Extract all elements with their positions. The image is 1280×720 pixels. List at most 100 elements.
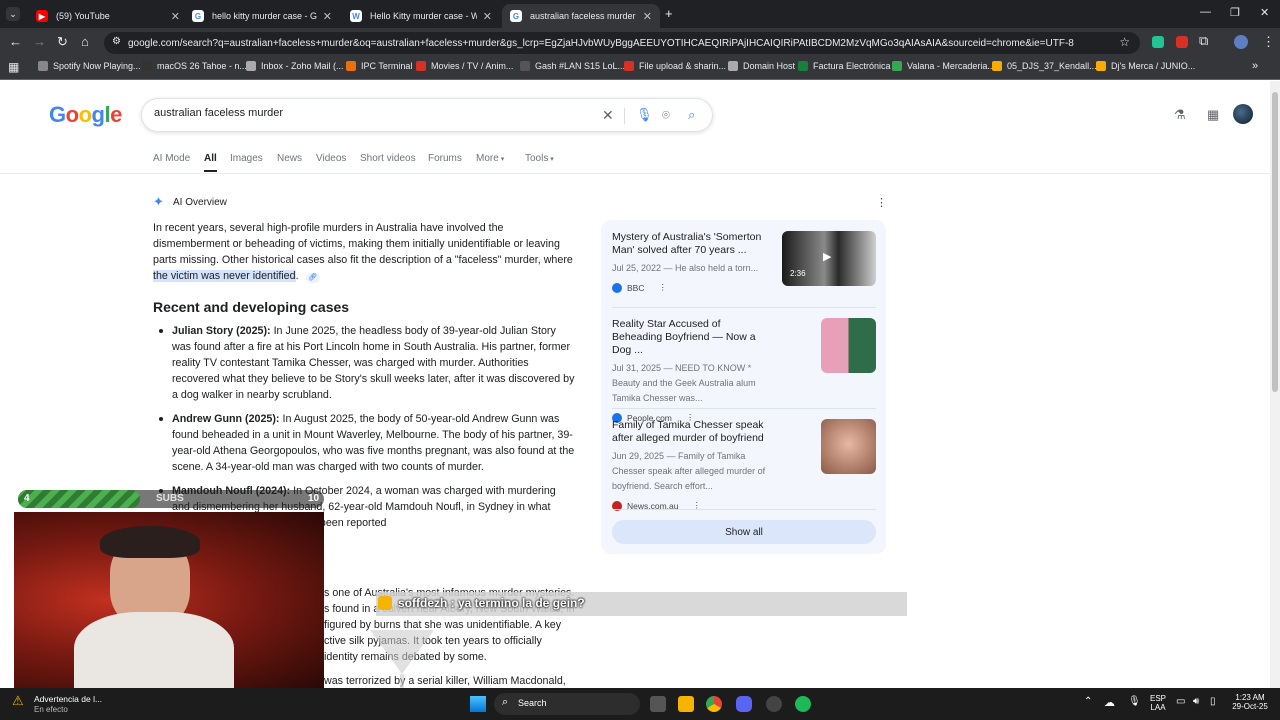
video-duration: 2:36 bbox=[790, 269, 806, 278]
bookmark-item[interactable]: File upload & sharin... bbox=[624, 61, 726, 71]
minimize-window-button[interactable]: — bbox=[1200, 6, 1211, 18]
bookmark-label: Movies / TV / Anim... bbox=[431, 61, 514, 71]
show-all-button[interactable]: Show all bbox=[612, 520, 876, 544]
extension-icon-2[interactable] bbox=[1176, 36, 1188, 48]
article-thumbnail[interactable] bbox=[821, 318, 876, 373]
notification-title[interactable]: Advertencia de l... bbox=[34, 694, 102, 704]
search-input[interactable] bbox=[154, 107, 594, 119]
google-logo[interactable]: Google bbox=[49, 102, 122, 128]
source-title[interactable]: Reality Star Accused of Beheading Boyfri… bbox=[612, 318, 772, 357]
bookmark-label: Spotify Now Playing... bbox=[53, 61, 141, 71]
tray-chevron-icon[interactable]: ⌃ bbox=[1084, 696, 1092, 707]
browser-tab-strip: ⌄ ▶ (59) YouTube ✕ Ghello kitty murder case… bbox=[0, 0, 1280, 28]
close-window-button[interactable]: ✕ bbox=[1260, 6, 1269, 19]
nav-tab-all[interactable]: All bbox=[204, 153, 217, 172]
volume-icon[interactable]: 🔊︎ bbox=[1193, 696, 1199, 707]
language-indicator[interactable]: ESP LAA bbox=[1146, 694, 1170, 712]
windows-start-icon[interactable] bbox=[470, 696, 486, 712]
tab-2[interactable]: Ghello kitty murder case - Googl ✕ bbox=[184, 4, 340, 28]
bookmark-item[interactable]: Spotify Now Playing... bbox=[38, 61, 141, 71]
discord-icon[interactable] bbox=[736, 696, 752, 712]
new-tab-button[interactable]: + bbox=[665, 6, 673, 21]
bookmark-label: 05_DJS_37_Kendall... bbox=[1007, 61, 1097, 71]
spotify-icon[interactable] bbox=[795, 696, 811, 712]
bookmark-item[interactable]: Domain Host bbox=[728, 61, 795, 71]
task-view-icon[interactable] bbox=[650, 696, 666, 712]
close-tab-icon[interactable]: ✕ bbox=[171, 10, 180, 23]
bookmark-item[interactable]: Inbox - Zoho Mail (... bbox=[246, 61, 344, 71]
source-title[interactable]: Family of Tamika Chesser speak after all… bbox=[612, 419, 772, 445]
account-avatar[interactable] bbox=[1233, 104, 1253, 124]
chrome-icon[interactable] bbox=[706, 696, 722, 712]
profile-avatar-icon[interactable] bbox=[1234, 35, 1248, 49]
taskbar-search-box[interactable]: ⌕ Search bbox=[494, 693, 640, 715]
nav-tab-ai-mode[interactable]: AI Mode bbox=[153, 153, 190, 164]
clear-icon[interactable]: ✕ bbox=[602, 107, 614, 124]
home-icon[interactable]: ⌂ bbox=[81, 34, 89, 49]
more-bookmarks-icon[interactable]: » bbox=[1252, 60, 1258, 72]
lens-camera-icon[interactable]: ⌾ bbox=[662, 107, 670, 123]
bookmark-star-icon[interactable]: ☆ bbox=[1119, 35, 1130, 49]
source-card[interactable]: Family of Tamika Chesser speak after all… bbox=[612, 419, 772, 511]
microphone-icon[interactable]: 🎙︎ bbox=[636, 107, 653, 123]
tab-search-button[interactable]: ⌄ bbox=[6, 7, 20, 21]
source-menu-icon[interactable]: ⋮ bbox=[658, 282, 667, 293]
bookmark-item[interactable]: 05_DJS_37_Kendall... bbox=[992, 61, 1097, 71]
source-title[interactable]: Mystery of Australia's 'Somerton Man' so… bbox=[612, 231, 772, 257]
apps-grid-icon[interactable]: ▦ bbox=[8, 60, 19, 74]
google-apps-icon[interactable]: ▦ bbox=[1207, 107, 1219, 123]
video-thumbnail[interactable]: ▶ 2:36 bbox=[782, 231, 876, 286]
scrollbar-thumb[interactable] bbox=[1272, 92, 1278, 392]
tab-3[interactable]: W Hello Kitty murder case - Wikip ✕ bbox=[342, 4, 500, 28]
bookmark-item[interactable]: Valana - Mercaderia... bbox=[892, 61, 995, 71]
bookmark-item[interactable]: IPC Terminal bbox=[346, 61, 412, 71]
obs-icon[interactable] bbox=[766, 696, 782, 712]
reload-icon[interactable]: ↻ bbox=[57, 34, 68, 50]
close-tab-icon[interactable]: ✕ bbox=[483, 10, 492, 23]
tab-1[interactable]: ▶ (59) YouTube ✕ bbox=[28, 4, 188, 28]
search-icon[interactable]: ⌕ bbox=[688, 107, 695, 123]
search-box[interactable]: ✕ 🎙︎ ⌾ ⌕ bbox=[141, 98, 713, 132]
bookmark-favicon-icon bbox=[624, 61, 634, 71]
battery-icon[interactable]: ▯ bbox=[1210, 696, 1216, 707]
logo-letter: e bbox=[110, 102, 122, 127]
tab-4[interactable]: Gaustralian faceless murder - Go ✕ bbox=[502, 4, 660, 28]
extensions-puzzle-icon[interactable]: ⧉ bbox=[1199, 33, 1208, 49]
ai-overview-menu-icon[interactable]: ⋮ bbox=[876, 196, 887, 209]
forward-icon[interactable]: → bbox=[33, 34, 46, 49]
nav-tab-videos[interactable]: Videos bbox=[316, 153, 346, 164]
nav-tab-images[interactable]: Images bbox=[230, 153, 263, 164]
bookmark-item[interactable]: Gash #LAN S15 LoL... bbox=[520, 61, 625, 71]
close-tab-icon[interactable]: ✕ bbox=[323, 10, 332, 23]
clock[interactable]: 1:23 AM 29-Oct-25 bbox=[1228, 693, 1272, 711]
nav-tab-label: Forums bbox=[428, 153, 462, 164]
bookmark-item[interactable]: Factura Electrónica bbox=[798, 61, 891, 71]
dropdown-arrow-icon: ▾ bbox=[548, 156, 554, 163]
nav-tab-more[interactable]: More ▾ bbox=[476, 153, 504, 164]
network-icon[interactable]: ▭ bbox=[1176, 696, 1185, 707]
site-info-icon[interactable]: ⚙ bbox=[112, 36, 121, 47]
labs-flask-icon[interactable]: ⚗ bbox=[1174, 107, 1186, 123]
bookmark-item[interactable]: Movies / TV / Anim... bbox=[416, 61, 513, 71]
bookmark-item[interactable]: macOS 26 Tahoe - n... bbox=[142, 61, 247, 71]
play-icon[interactable]: ▶ bbox=[823, 250, 831, 263]
source-card[interactable]: Mystery of Australia's 'Somerton Man' so… bbox=[612, 231, 772, 293]
nav-tab-tools[interactable]: Tools ▾ bbox=[525, 153, 554, 164]
onedrive-icon[interactable]: ☁ bbox=[1104, 696, 1115, 709]
maximize-window-button[interactable]: ❐ bbox=[1230, 6, 1240, 19]
bookmark-item[interactable]: Dj's Merca / JUNIO... bbox=[1096, 61, 1195, 71]
source-desc: Jun 29, 2025 — Family of Tamika Chesser … bbox=[612, 451, 766, 491]
nav-tab-news[interactable]: News bbox=[277, 153, 302, 164]
file-explorer-icon[interactable] bbox=[678, 696, 694, 712]
mic-tray-icon[interactable]: 🎙︎ bbox=[1128, 696, 1141, 707]
article-thumbnail[interactable] bbox=[821, 419, 876, 474]
nav-tab-forums[interactable]: Forums bbox=[428, 153, 462, 164]
back-icon[interactable]: ← bbox=[9, 34, 22, 49]
address-bar[interactable]: ⚙ google.com/search?q=australian+faceles… bbox=[104, 32, 1140, 54]
browser-menu-icon[interactable]: ⋮ bbox=[1262, 34, 1275, 50]
close-tab-icon[interactable]: ✕ bbox=[643, 10, 652, 23]
google-icon: G bbox=[510, 10, 522, 22]
extension-icon-1[interactable] bbox=[1152, 36, 1164, 48]
link-chip-icon[interactable]: 🔗︎ bbox=[305, 273, 320, 283]
nav-tab-short-videos[interactable]: Short videos bbox=[360, 153, 416, 164]
